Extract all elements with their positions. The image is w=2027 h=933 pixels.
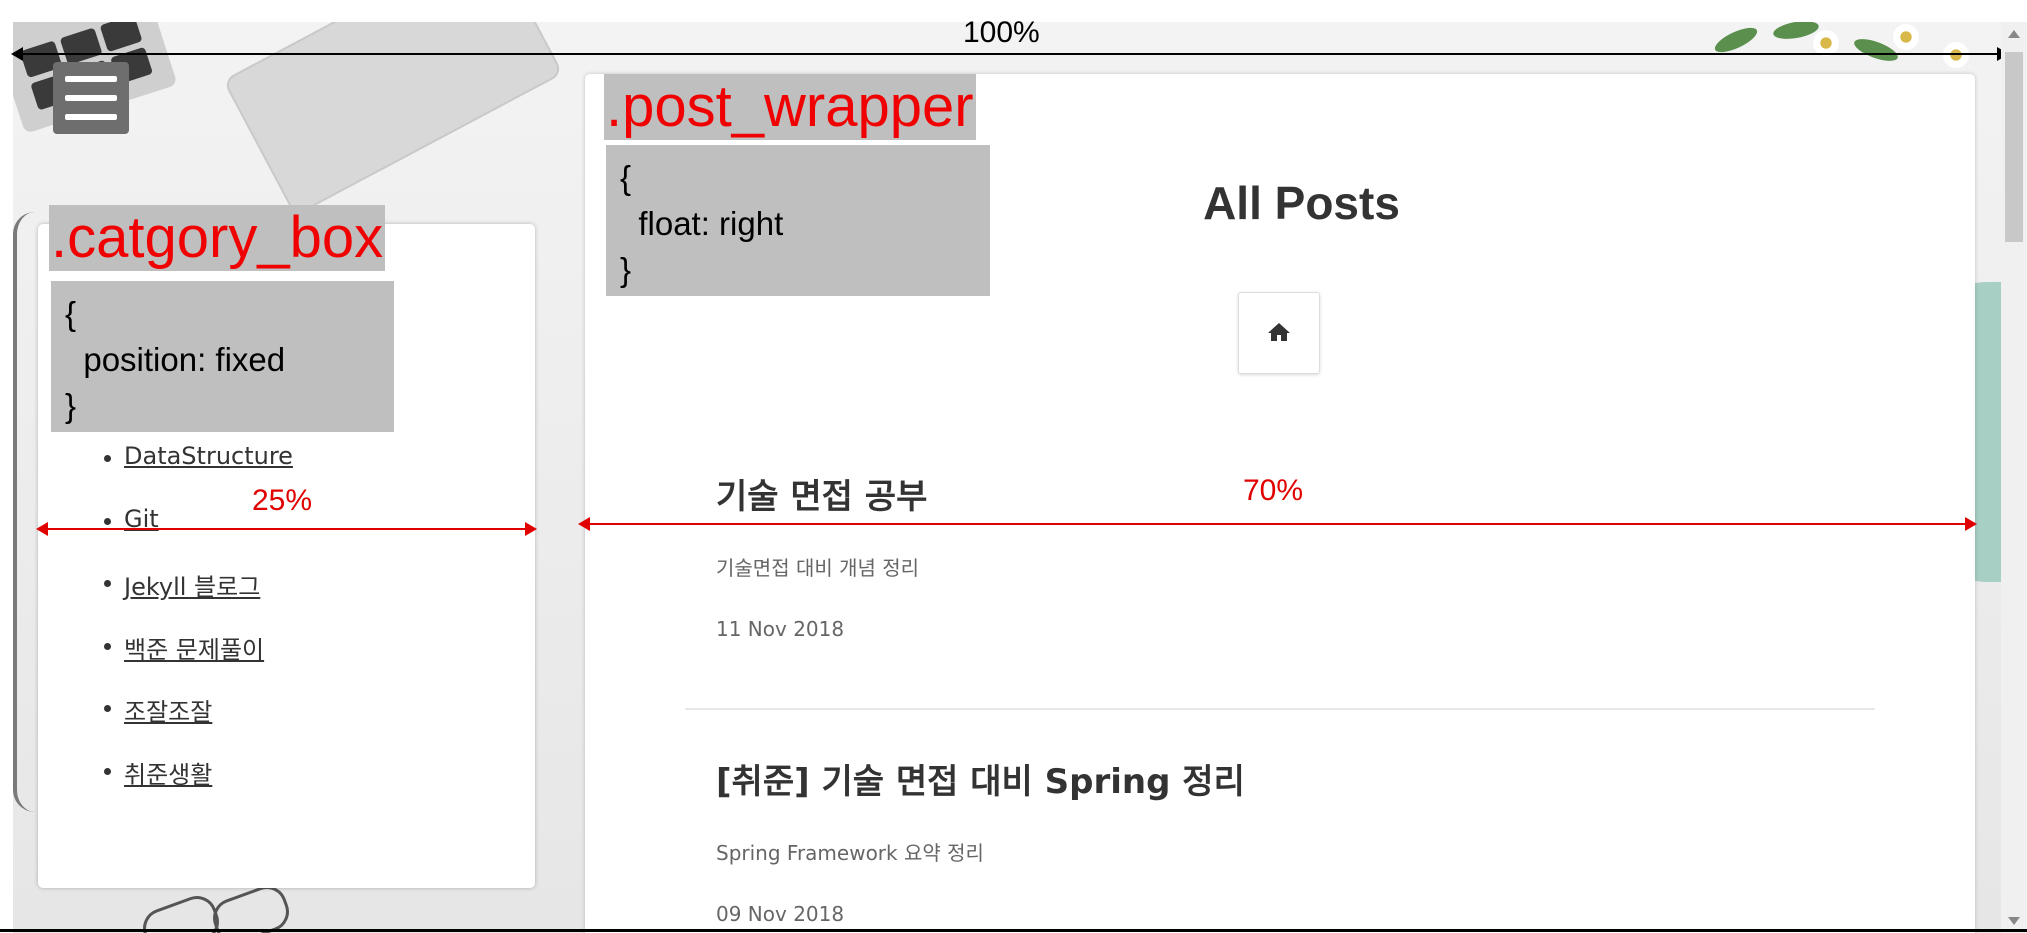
home-button[interactable] bbox=[1238, 292, 1320, 374]
post-date: 11 Nov 2018 bbox=[716, 617, 845, 641]
list-item: 백준 문제풀이 bbox=[104, 630, 293, 693]
list-item: 취준생활 bbox=[104, 755, 293, 818]
full-width-label: 100% bbox=[963, 16, 1040, 49]
bottom-border-line bbox=[0, 929, 2027, 932]
category-width-label: 25% bbox=[252, 484, 313, 517]
category-width-arrow bbox=[36, 522, 537, 536]
post-item: 기술 면접 공부 기술면접 대비 개념 정리 11 Nov 2018 bbox=[716, 469, 927, 641]
category-box-css-rule: { position: fixed } bbox=[51, 281, 394, 432]
full-width-arrow bbox=[11, 47, 2009, 61]
scrollbar-thumb[interactable] bbox=[2005, 52, 2023, 242]
category-link[interactable]: DataStructure bbox=[124, 442, 293, 470]
post-title-link[interactable]: [취준] 기술 면접 대비 Spring 정리 bbox=[716, 754, 1245, 803]
screenshot-stage: 100% DataStructure Git Jekyll 블로그 백준 문제풀… bbox=[0, 0, 2027, 933]
post-width-arrow bbox=[578, 517, 1977, 531]
category-link[interactable]: Jekyll 블로그 bbox=[124, 573, 260, 601]
page-scrollbar[interactable] bbox=[2001, 22, 2027, 933]
post-item: [취준] 기술 면접 대비 Spring 정리 Spring Framework… bbox=[716, 754, 1245, 926]
category-box-selector-label: .catgory_box bbox=[49, 205, 386, 271]
category-link[interactable]: 백준 문제풀이 bbox=[124, 636, 264, 664]
post-description: Spring Framework 요약 정리 bbox=[716, 841, 984, 865]
hamburger-menu-icon[interactable] bbox=[53, 62, 129, 134]
post-wrapper-css-rule: { float: right } bbox=[606, 145, 990, 296]
post-date: 09 Nov 2018 bbox=[716, 902, 845, 926]
post-divider bbox=[685, 708, 1875, 710]
list-item: Jekyll 블로그 bbox=[104, 567, 293, 630]
binder-clip-decoration bbox=[137, 890, 225, 933]
scroll-up-icon[interactable] bbox=[2008, 30, 2020, 38]
trackpad-decoration bbox=[225, 22, 561, 214]
post-wrapper-selector-label: .post_wrapper bbox=[604, 74, 976, 140]
home-icon bbox=[1268, 323, 1290, 341]
list-item: 조잘조잘 bbox=[104, 692, 293, 755]
category-link[interactable]: 취준생활 bbox=[124, 761, 212, 789]
post-title-link[interactable]: 기술 면접 공부 bbox=[716, 469, 927, 518]
scroll-down-icon[interactable] bbox=[2008, 917, 2020, 925]
post-description: 기술면접 대비 개념 정리 bbox=[716, 556, 920, 580]
post-width-label: 70% bbox=[1243, 474, 1304, 507]
category-link[interactable]: 조잘조잘 bbox=[124, 698, 212, 726]
